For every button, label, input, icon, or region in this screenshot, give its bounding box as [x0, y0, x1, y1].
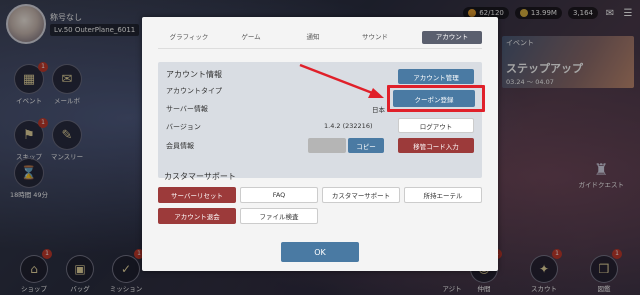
- tab-sound[interactable]: サウンド: [344, 31, 406, 44]
- settings-tabs: グラフィック ゲーム 通知 サウンド アカウント: [158, 31, 482, 44]
- account-manage-button[interactable]: アカウント管理: [398, 69, 474, 84]
- transfer-code-button[interactable]: 移管コード入力: [398, 138, 474, 153]
- coupon-register-button[interactable]: クーポン登録: [393, 90, 475, 107]
- server-info-value: 日本: [372, 106, 385, 114]
- copy-button[interactable]: コピー: [348, 138, 384, 153]
- tab-graphics[interactable]: グラフィック: [158, 31, 220, 44]
- customer-support-title: カスタマーサポート: [164, 172, 236, 181]
- account-withdraw-button[interactable]: アカウント退会: [158, 208, 236, 224]
- customer-support-button[interactable]: カスタマーサポート: [322, 187, 400, 203]
- tab-divider: [158, 48, 482, 49]
- version-label: バージョン: [166, 123, 201, 131]
- account-info-title: アカウント情報: [166, 70, 222, 79]
- server-info-label: サーバー情報: [166, 105, 208, 113]
- owned-ether-button[interactable]: 所持エーテル: [404, 187, 482, 203]
- member-id-field: [308, 138, 346, 153]
- tab-notifications[interactable]: 通知: [282, 31, 344, 44]
- member-info-label: 会員情報: [166, 142, 194, 150]
- account-info-panel: アカウント情報 アカウントタイプ サーバー情報 日本 バージョン 1.4.2 (…: [158, 62, 482, 178]
- tab-account[interactable]: アカウント: [422, 31, 482, 44]
- version-value: 1.4.2 (232216): [324, 122, 373, 130]
- logout-button[interactable]: ログアウト: [398, 118, 474, 133]
- tab-game[interactable]: ゲーム: [220, 31, 282, 44]
- faq-button[interactable]: FAQ: [240, 187, 318, 203]
- server-reset-button[interactable]: サーバーリセット: [158, 187, 236, 203]
- file-check-button[interactable]: ファイル検査: [240, 208, 318, 224]
- account-type-label: アカウントタイプ: [166, 87, 222, 95]
- settings-dialog: グラフィック ゲーム 通知 サウンド アカウント アカウント情報 アカウントタイ…: [142, 17, 498, 271]
- ok-button[interactable]: OK: [281, 242, 359, 262]
